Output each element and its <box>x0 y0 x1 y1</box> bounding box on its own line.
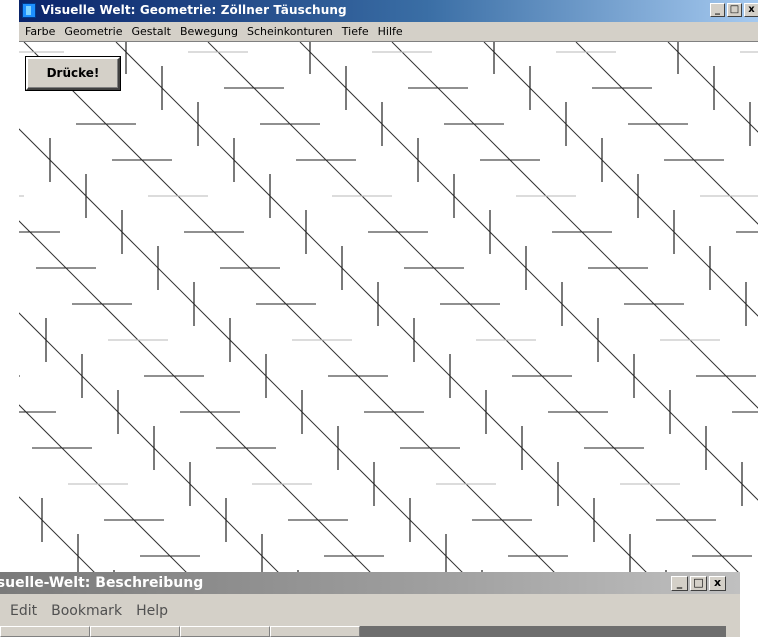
menu-help[interactable]: Help <box>136 603 168 619</box>
menu-bar: Farbe Geometrie Gestalt Bewegung Scheink… <box>19 22 758 40</box>
diagonal-line <box>299 42 758 501</box>
menu-bookmark[interactable]: Bookmark <box>51 603 122 619</box>
description-menu-bar: Edit Bookmark Help <box>0 600 182 622</box>
menu-edit[interactable]: Edit <box>10 603 37 619</box>
menu-gestalt[interactable]: Gestalt <box>132 25 171 38</box>
druecke-button[interactable]: Drücke! <box>26 57 120 90</box>
window-title: Visuelle Welt: Geometrie: Zöllner Täusch… <box>41 3 347 17</box>
diagonal-line <box>575 42 758 225</box>
main-window: Visuelle Welt: Geometrie: Zöllner Täusch… <box>18 0 758 573</box>
menu-tiefe[interactable]: Tiefe <box>342 25 369 38</box>
zoellner-illusion <box>19 42 758 573</box>
diagonal-line <box>19 496 96 573</box>
app-icon[interactable] <box>22 3 36 18</box>
menu-hilfe[interactable]: Hilfe <box>378 25 403 38</box>
illusion-canvas: Drücke! <box>19 41 758 573</box>
maximize-button[interactable]: □ <box>690 576 707 591</box>
diagonal-line <box>483 42 758 317</box>
close-button[interactable]: x <box>744 3 758 17</box>
menu-farbe[interactable]: Farbe <box>25 25 55 38</box>
diagonal-line <box>19 312 280 573</box>
menu-scheinkonturen[interactable]: Scheinkonturen <box>247 25 333 38</box>
toolbar-button[interactable] <box>180 626 270 637</box>
toolbar-spacer <box>360 626 726 637</box>
diagonal-line <box>23 42 556 573</box>
description-toolbar <box>0 626 740 637</box>
description-title-bar[interactable]: isuelle-Welt: Beschreibung _ □ x <box>0 572 740 594</box>
minimize-button[interactable]: _ <box>671 576 688 591</box>
toolbar-button[interactable] <box>270 626 360 637</box>
toolbar-button[interactable] <box>0 626 90 637</box>
diagonal-line <box>667 42 758 133</box>
diagonal-line <box>207 42 740 573</box>
description-window: isuelle-Welt: Beschreibung _ □ x Edit Bo… <box>0 572 740 637</box>
close-button[interactable]: x <box>709 576 726 591</box>
toolbar-button[interactable] <box>90 626 180 637</box>
menu-bewegung[interactable]: Bewegung <box>180 25 238 38</box>
maximize-button[interactable]: □ <box>727 3 742 17</box>
diagonal-line <box>19 128 464 573</box>
diagonal-line <box>391 42 758 409</box>
background-desktop <box>740 572 758 637</box>
title-bar[interactable]: Visuelle Welt: Geometrie: Zöllner Täusch… <box>19 0 758 22</box>
menu-geometrie[interactable]: Geometrie <box>64 25 122 38</box>
minimize-button[interactable]: _ <box>710 3 725 17</box>
description-window-title: isuelle-Welt: Beschreibung <box>0 575 204 591</box>
